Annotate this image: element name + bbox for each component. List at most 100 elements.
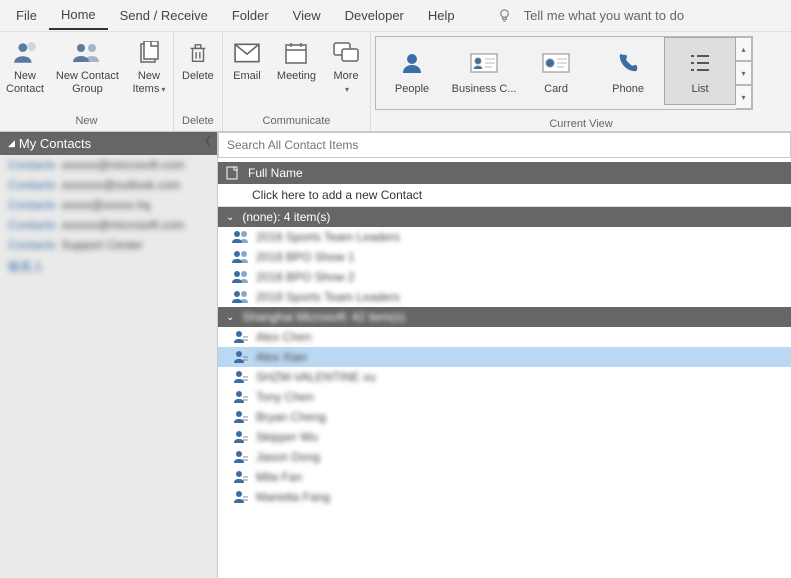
contact-name: SHZM-VALENTINE xu [256,370,376,384]
people-group-icon [72,36,102,70]
menu-file[interactable]: File [4,2,49,29]
nav-folder-item[interactable]: Contactsxxxxxx@microsoft.com [0,215,217,235]
view-list[interactable]: List [664,37,736,105]
contact-person-icon [230,330,252,344]
view-card-label: Card [544,83,568,95]
contact-row[interactable]: 2016 Sports Team Leaders [218,227,791,247]
ribbon-group-communicate-label: Communicate [223,113,370,131]
contact-person-icon [230,390,252,404]
contact-row[interactable]: 2018 BPO Show 2 [218,267,791,287]
contact-row[interactable]: Jason Dong [218,447,791,467]
contact-row[interactable]: SHZM-VALENTINE xu [218,367,791,387]
nav-folder-item[interactable]: Contactsxxxxxxx@outlook.com [0,175,217,195]
nav-folder-item[interactable]: Contactsxxxxxx@microsoft.com [0,155,217,175]
view-list-label: List [691,83,708,95]
view-people-label: People [395,83,429,95]
nav-header-my-contacts[interactable]: ◢ My Contacts [0,132,217,155]
view-business-card[interactable]: Business C... [448,37,520,105]
ribbon: New Contact New Contact Group New Items▾… [0,32,791,132]
gallery-scroll-down[interactable]: ▾ [736,61,752,85]
current-view-gallery: People Business C... Card [375,36,753,110]
contact-name: Marietta Fang [256,490,330,504]
contact-name: Alex Xiao [256,350,307,364]
chevron-down-icon: ⌄ [226,212,234,223]
menu-home[interactable]: Home [49,1,108,30]
menu-developer[interactable]: Developer [333,2,416,29]
group-header-none[interactable]: ⌄ (none): 4 item(s) [218,207,791,227]
column-header-label: Full Name [248,166,303,180]
ribbon-group-new: New Contact New Contact Group New Items▾… [0,32,174,131]
contact-row[interactable]: Tony Chen [218,387,791,407]
nav-header-label: My Contacts [19,136,91,151]
contact-row[interactable]: Bryan Cheng [218,407,791,427]
menu-help[interactable]: Help [416,2,467,29]
meeting-button[interactable]: Meeting [271,32,322,113]
contact-person-icon [230,490,252,504]
contact-row[interactable]: Mila Fan [218,467,791,487]
contact-group-icon [230,250,252,264]
menu-bar: File Home Send / Receive Folder View Dev… [0,0,791,32]
contact-row[interactable]: Skipper Wu [218,427,791,447]
tell-me-label: Tell me what you want to do [524,8,684,23]
contact-row[interactable]: 2018 BPO Show 1 [218,247,791,267]
tell-me-search[interactable]: Tell me what you want to do [497,8,684,23]
menu-view[interactable]: View [281,2,333,29]
contact-row[interactable]: 2018 Sports Team Leaders [218,287,791,307]
person-silhouette-icon [400,47,424,79]
new-items-button[interactable]: New Items▾ [125,32,173,113]
nav-folder-item[interactable]: Contactsxxxxx@xxxxx.hq [0,195,217,215]
contact-name: 2018 BPO Show 2 [256,270,355,284]
view-business-card-label: Business C... [452,83,517,95]
add-contact-row[interactable]: Click here to add a new Contact [218,184,791,207]
contact-name: 2016 Sports Team Leaders [256,230,400,244]
ribbon-group-delete-label: Delete [174,113,222,131]
group-header-label: (none): 4 item(s) [242,210,330,224]
contact-name: Bryan Cheng [256,410,326,424]
delete-label: Delete [182,70,214,83]
new-contact-label: New Contact [6,70,44,96]
delete-button[interactable]: Delete [174,32,222,113]
contact-row[interactable]: Alex Xiao [218,347,791,367]
email-button[interactable]: Email [223,32,271,113]
collapse-nav-icon[interactable]: ❮ [204,134,213,147]
meeting-label: Meeting [277,70,316,83]
new-contact-button[interactable]: New Contact [0,32,50,113]
contact-row[interactable]: Alex Chen [218,327,791,347]
more-button[interactable]: More▾ [322,32,370,113]
contact-row[interactable]: Marietta Fang [218,487,791,507]
ribbon-group-delete: Delete Delete [174,32,223,131]
calendar-icon [283,36,309,70]
contact-group-icon [230,230,252,244]
menu-send-receive[interactable]: Send / Receive [108,2,220,29]
search-input[interactable] [218,132,791,158]
speech-bubbles-icon [333,36,359,70]
ribbon-group-current-view-label: Current View [371,114,791,134]
contact-name: 2018 Sports Team Leaders [256,290,400,304]
column-header-fullname[interactable]: Full Name [218,162,791,184]
ribbon-group-communicate: Email Meeting More▾ Communicate [223,32,371,131]
view-people[interactable]: People [376,37,448,105]
menu-folder[interactable]: Folder [220,2,281,29]
contact-person-icon [230,410,252,424]
gallery-scroll-up[interactable]: ▴ [736,37,752,61]
contact-name: Skipper Wu [256,430,318,444]
content-area: ❮ ◢ My Contacts Contactsxxxxxx@microsoft… [0,132,791,578]
contact-person-icon [230,430,252,444]
contact-list-pane: Full Name Click here to add a new Contac… [218,132,791,578]
contact-person-icon [230,350,252,364]
nav-folder-item[interactable]: ContactsSupport Center [0,235,217,255]
view-phone[interactable]: Phone [592,37,664,105]
contact-person-icon [230,450,252,464]
group-header-company[interactable]: ⌄ Shanghai Microsoft: 42 item(s) [218,307,791,327]
gallery-expand[interactable]: ▾ [736,85,752,109]
gallery-scroll-buttons: ▴ ▾ ▾ [736,37,752,109]
view-card[interactable]: Card [520,37,592,105]
new-contact-group-button[interactable]: New Contact Group [50,32,125,113]
nav-folder-item[interactable]: 联系人 [0,255,217,278]
chevron-down-icon: ⌄ [226,312,234,323]
email-label: Email [233,70,261,83]
document-icon [226,166,238,180]
contact-name: Tony Chen [256,390,313,404]
business-card-icon [470,47,498,79]
triangle-down-icon: ◢ [8,138,15,149]
